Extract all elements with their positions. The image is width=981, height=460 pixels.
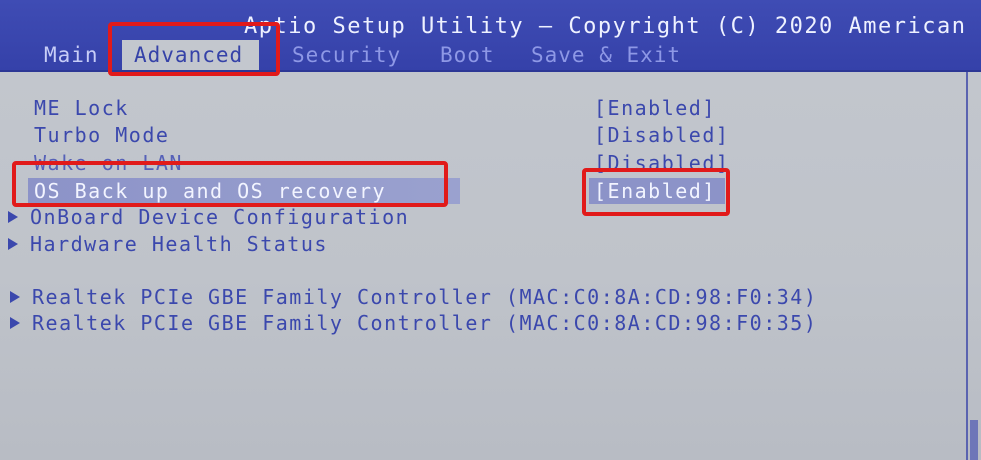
scrollbar-thumb[interactable] [970, 420, 978, 460]
annotation-box-os-backup-setting [12, 161, 448, 207]
scrollbar-track[interactable] [966, 72, 968, 460]
annotation-box-enabled-value [582, 168, 730, 216]
tab-main[interactable]: Main [44, 40, 99, 70]
submenu-label: Hardware Health Status [30, 232, 328, 256]
submenu-label: Realtek PCIe GBE Family Controller (MAC:… [32, 285, 818, 309]
submenu-onboard-device[interactable]: OnBoard Device Configuration [8, 204, 409, 230]
triangle-right-icon [8, 237, 18, 250]
submenu-hardware-health[interactable]: Hardware Health Status [8, 231, 328, 257]
triangle-right-icon [10, 316, 20, 329]
submenu-label: Realtek PCIe GBE Family Controller (MAC:… [32, 311, 818, 335]
setting-turbo-mode[interactable]: Turbo Mode [34, 122, 169, 148]
value-turbo-mode[interactable]: [Disabled] [594, 122, 729, 148]
tab-security[interactable]: Security [292, 40, 401, 70]
tab-boot[interactable]: Boot [440, 40, 495, 70]
bios-screen: Aptio Setup Utility – Copyright (C) 2020… [0, 0, 981, 460]
utility-title: Aptio Setup Utility – Copyright (C) 2020… [244, 14, 967, 39]
triangle-right-icon [10, 290, 20, 303]
value-me-lock[interactable]: [Enabled] [594, 95, 716, 121]
submenu-realtek-controller-2[interactable]: Realtek PCIe GBE Family Controller (MAC:… [10, 310, 817, 336]
triangle-right-icon [8, 210, 18, 223]
submenu-label: OnBoard Device Configuration [30, 205, 410, 229]
setting-me-lock[interactable]: ME Lock [34, 95, 129, 121]
annotation-box-advanced-tab [108, 22, 280, 76]
submenu-realtek-controller-1[interactable]: Realtek PCIe GBE Family Controller (MAC:… [10, 284, 817, 310]
tab-save-exit[interactable]: Save & Exit [531, 40, 681, 70]
